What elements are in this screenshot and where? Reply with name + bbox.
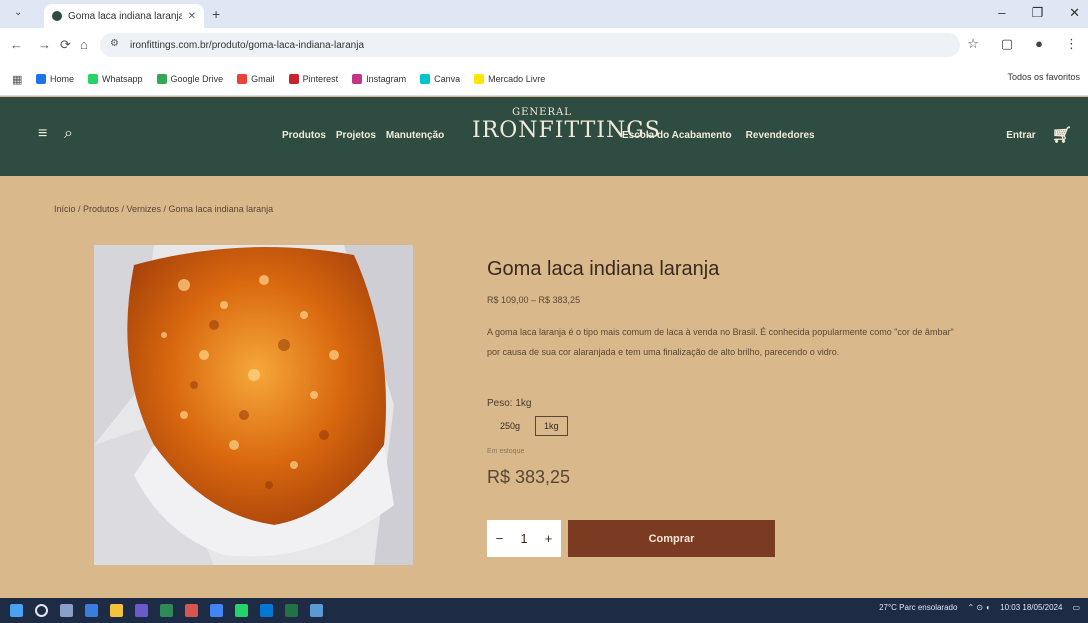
new-tab-icon[interactable]: + xyxy=(212,6,220,22)
bookmark-item[interactable]: Instagram xyxy=(352,73,406,84)
maximize-icon[interactable]: ❐ xyxy=(1031,5,1043,21)
taskbar: 27°C Parc ensolarado ⌃ ⊙ ◖ 10:03 18/05/2… xyxy=(0,598,1088,623)
minimize-icon[interactable]: – xyxy=(998,5,1005,21)
reload-icon[interactable]: ⟳ xyxy=(60,37,71,53)
tray-icons[interactable]: ⌃ ⊙ ◖ xyxy=(967,603,990,612)
chrome-icon[interactable] xyxy=(185,604,198,617)
bookmark-star-icon[interactable]: ☆ xyxy=(967,36,979,52)
weight-label: Peso: 1kg xyxy=(487,398,532,409)
system-tray: 27°C Parc ensolarado ⌃ ⊙ ◖ 10:03 18/05/2… xyxy=(879,603,1080,612)
bookmark-item[interactable]: Canva xyxy=(420,73,460,84)
word-icon[interactable] xyxy=(260,604,273,617)
excel-icon[interactable] xyxy=(285,604,298,617)
nav-revendedores[interactable]: Revendedores xyxy=(746,130,815,141)
bookmark-item[interactable]: Mercado Livre xyxy=(474,73,545,84)
app-icon[interactable] xyxy=(310,604,323,617)
close-window-icon[interactable]: ✕ xyxy=(1069,5,1080,21)
browser-tabstrip: ⌄ Goma laca indiana laranja - Gen... ✕ +… xyxy=(0,0,1088,28)
home-icon[interactable]: ⌂ xyxy=(80,37,88,52)
price-range: R$ 109,00 – R$ 383,25 xyxy=(487,295,581,305)
logo-top-text: GENERAL xyxy=(512,107,572,118)
nav-escola[interactable]: Escola do Acabamento xyxy=(622,130,732,141)
site-favicon-icon xyxy=(52,11,62,21)
forward-icon[interactable]: → xyxy=(38,37,51,52)
option-250g[interactable]: 250g xyxy=(491,416,529,436)
bookmark-icon xyxy=(237,73,248,84)
store-icon[interactable] xyxy=(135,604,148,617)
product-image[interactable] xyxy=(94,245,413,565)
extensions-icon[interactable]: ▢ xyxy=(1001,36,1013,52)
edge-icon[interactable] xyxy=(85,604,98,617)
stock-status: Em estoque xyxy=(487,448,525,455)
quantity-value[interactable]: 1 xyxy=(520,531,527,546)
bookmark-item[interactable]: Pinterest xyxy=(288,73,338,84)
weight-options: 250g 1kg xyxy=(491,416,568,436)
product-photo xyxy=(94,245,413,565)
browser-menu-icon[interactable]: ⋮ xyxy=(1065,36,1078,52)
product-price: R$ 383,25 xyxy=(487,467,571,487)
apps-icon[interactable]: ▦ xyxy=(12,73,22,86)
all-bookmarks[interactable]: Todos os favoritos xyxy=(1001,72,1080,82)
option-1kg[interactable]: 1kg xyxy=(535,416,568,436)
clock[interactable]: 10:03 18/05/2024 xyxy=(1000,603,1062,612)
logo-main-text: IRONFITTINGS xyxy=(472,118,661,143)
window-controls: – ❐ ✕ xyxy=(998,5,1080,21)
bookmark-icon xyxy=(288,73,299,84)
taskbar-apps xyxy=(0,604,323,617)
address-bar[interactable]: ⚙ ironfittings.com.br/produto/goma-laca-… xyxy=(100,33,960,57)
account-link[interactable]: Entrar xyxy=(1006,130,1035,141)
start-icon[interactable] xyxy=(10,604,23,617)
breadcrumb[interactable]: Início / Produtos / Vernizes / Goma laca… xyxy=(54,204,273,214)
nav-produtos[interactable]: Produtos xyxy=(282,130,326,141)
bookmark-icon xyxy=(352,73,363,84)
url-text: ironfittings.com.br/produto/goma-laca-in… xyxy=(130,39,365,51)
file-explorer-icon[interactable] xyxy=(110,604,123,617)
bookmark-item[interactable]: Gmail xyxy=(237,73,275,84)
close-tab-icon[interactable]: ✕ xyxy=(188,11,196,22)
decrease-quantity-button[interactable]: − xyxy=(496,531,504,546)
tab-list-icon[interactable]: ⌄ xyxy=(14,7,22,18)
main-menu-right: Escola do Acabamento Revendedores xyxy=(622,130,815,141)
site-header: ≡ ⌕ Produtos Projetos Manutenção GENERAL… xyxy=(0,97,1088,176)
whatsapp-icon[interactable] xyxy=(235,604,248,617)
bookmark-icon xyxy=(88,73,99,84)
nav-manutencao[interactable]: Manutenção xyxy=(386,130,444,141)
bookmark-icon xyxy=(474,73,485,84)
bookmark-item[interactable]: Google Drive xyxy=(156,73,223,84)
site-info-icon[interactable]: ⚙ xyxy=(110,38,119,49)
hamburger-menu-icon[interactable]: ≡ xyxy=(38,125,47,143)
header-actions: Entrar 🛒︎ xyxy=(1006,125,1072,145)
back-icon[interactable]: ← xyxy=(10,37,23,52)
cart-icon[interactable]: 🛒︎ xyxy=(1052,125,1072,145)
task-view-icon[interactable] xyxy=(60,604,73,617)
tab-title: Goma laca indiana laranja - Gen... xyxy=(68,10,182,22)
increase-quantity-button[interactable]: + xyxy=(545,531,553,546)
product-description: A goma laca laranja é o tipo mais comum … xyxy=(487,327,954,357)
bookmark-icon xyxy=(420,73,431,84)
bookmark-item[interactable]: Whatsapp xyxy=(88,73,143,84)
search-icon[interactable] xyxy=(35,604,48,617)
app-icon[interactable] xyxy=(210,604,223,617)
quantity-stepper: − 1 + xyxy=(487,520,561,557)
bookmark-icon xyxy=(156,73,167,84)
browser-toolbar: ← → ⟳ ⌂ ⚙ ironfittings.com.br/produto/go… xyxy=(0,28,1088,62)
profile-icon[interactable]: ● xyxy=(1035,36,1043,52)
bookmark-icon xyxy=(36,73,46,84)
buy-button[interactable]: Comprar xyxy=(568,520,775,557)
nav-projetos[interactable]: Projetos xyxy=(336,130,376,141)
main-menu-left: Produtos Projetos Manutenção xyxy=(282,130,444,141)
toolbar-right: ☆ ▢ ● ⋮ xyxy=(967,36,1078,52)
browser-tab[interactable]: Goma laca indiana laranja - Gen... ✕ xyxy=(44,4,204,28)
bookmark-item[interactable]: Home xyxy=(36,73,74,84)
product-title: Goma laca indiana laranja xyxy=(487,258,720,280)
site-logo[interactable]: GENERAL IRONFITTINGS xyxy=(472,107,661,144)
mail-icon[interactable] xyxy=(160,604,173,617)
bookmarks-bar: ▦ Home Whatsapp Google Drive Gmail Pinte… xyxy=(0,62,1088,96)
notifications-icon[interactable]: ▭ xyxy=(1072,603,1080,612)
weather-widget[interactable]: 27°C Parc ensolarado xyxy=(879,603,957,612)
search-icon[interactable]: ⌕ xyxy=(64,125,73,143)
